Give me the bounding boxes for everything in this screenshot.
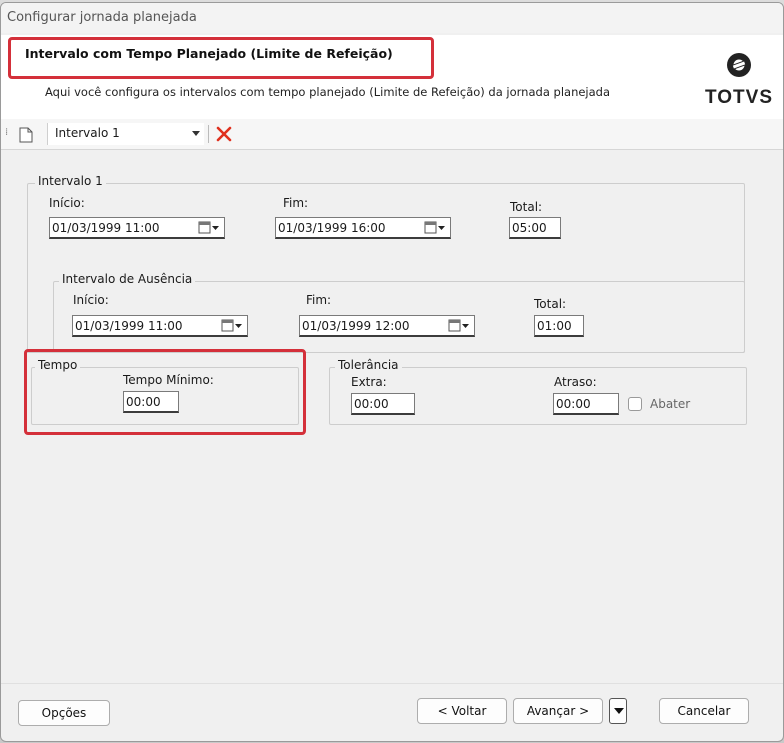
intervalo-inicio-label: Início: bbox=[49, 196, 85, 210]
ausencia-total-field[interactable]: 01:00 bbox=[534, 315, 584, 337]
ausencia-total-value: 01:00 bbox=[537, 319, 572, 333]
tolerancia-atraso-value: 00:00 bbox=[556, 397, 591, 411]
avancar-button[interactable]: Avançar > bbox=[513, 698, 603, 724]
tolerancia-atraso-field[interactable]: 00:00 bbox=[553, 393, 619, 415]
totvs-logo-icon bbox=[727, 53, 751, 77]
new-document-icon[interactable] bbox=[19, 127, 33, 143]
footer-divider bbox=[1, 683, 783, 684]
avancar-dropdown-button[interactable] bbox=[609, 698, 627, 724]
calendar-icon[interactable] bbox=[221, 319, 243, 333]
chevron-down-icon bbox=[614, 708, 624, 714]
ausencia-inicio-field[interactable]: 01/03/1999 11:00 bbox=[72, 315, 248, 337]
ausencia-inicio-label: Início: bbox=[73, 293, 109, 307]
tempo-highlight-box bbox=[24, 349, 306, 435]
window-title: Configurar jornada planejada bbox=[7, 10, 197, 25]
ausencia-fim-label: Fim: bbox=[306, 293, 332, 307]
intervalo-fim-field[interactable]: 01/03/1999 16:00 bbox=[275, 217, 451, 239]
calendar-icon[interactable] bbox=[448, 319, 470, 333]
tolerancia-extra-label: Extra: bbox=[351, 375, 387, 389]
toolbar: ⁞ Intervalo 1 bbox=[1, 119, 783, 150]
opcoes-button[interactable]: Opções bbox=[18, 700, 110, 726]
ausencia-group-label: Intervalo de Ausência bbox=[59, 272, 196, 286]
calendar-icon[interactable] bbox=[198, 221, 220, 235]
intervalo-fim-label: Fim: bbox=[283, 196, 309, 210]
title-highlight-box bbox=[8, 37, 434, 79]
totvs-logo: TOTVS bbox=[705, 47, 773, 111]
page-subtitle: Aqui você configura os intervalos com te… bbox=[45, 85, 611, 99]
ausencia-inicio-value: 01/03/1999 11:00 bbox=[75, 319, 183, 333]
abater-label: Abater bbox=[650, 397, 691, 411]
intervalo-inicio-field[interactable]: 01/03/1999 11:00 bbox=[49, 217, 225, 239]
toolbar-separator bbox=[208, 125, 209, 143]
delete-icon[interactable] bbox=[215, 125, 233, 143]
tolerancia-atraso-label: Atraso: bbox=[554, 375, 597, 389]
ausencia-fim-field[interactable]: 01/03/1999 12:00 bbox=[299, 315, 475, 337]
calendar-icon[interactable] bbox=[424, 221, 446, 235]
logo-text: TOTVS bbox=[705, 87, 773, 108]
wizard-dialog: Configurar jornada planejada Intervalo c… bbox=[0, 2, 784, 742]
tolerancia-extra-field[interactable]: 00:00 bbox=[351, 393, 415, 415]
abater-checkbox[interactable] bbox=[628, 397, 642, 411]
ausencia-fim-value: 01/03/1999 12:00 bbox=[302, 319, 410, 333]
ausencia-total-label: Total: bbox=[534, 297, 567, 311]
interval-select-value: Intervalo 1 bbox=[55, 126, 120, 140]
intervalo-total-value: 05:00 bbox=[512, 221, 547, 235]
interval-select[interactable]: Intervalo 1 bbox=[47, 123, 204, 145]
intervalo-fim-value: 01/03/1999 16:00 bbox=[278, 221, 386, 235]
intervalo-group-label: Intervalo 1 bbox=[35, 174, 106, 188]
title-bar: Configurar jornada planejada bbox=[1, 3, 783, 33]
voltar-button[interactable]: < Voltar bbox=[417, 698, 507, 724]
chevron-down-icon bbox=[192, 131, 200, 136]
tolerancia-group-label: Tolerância bbox=[335, 358, 402, 372]
intervalo-inicio-value: 01/03/1999 11:00 bbox=[52, 221, 160, 235]
intervalo-total-field[interactable]: 05:00 bbox=[509, 217, 561, 239]
cancelar-button[interactable]: Cancelar bbox=[659, 698, 749, 724]
toolbar-grip-icon[interactable]: ⁞ bbox=[5, 127, 8, 138]
intervalo-total-label: Total: bbox=[510, 200, 543, 214]
tolerancia-extra-value: 00:00 bbox=[354, 397, 389, 411]
